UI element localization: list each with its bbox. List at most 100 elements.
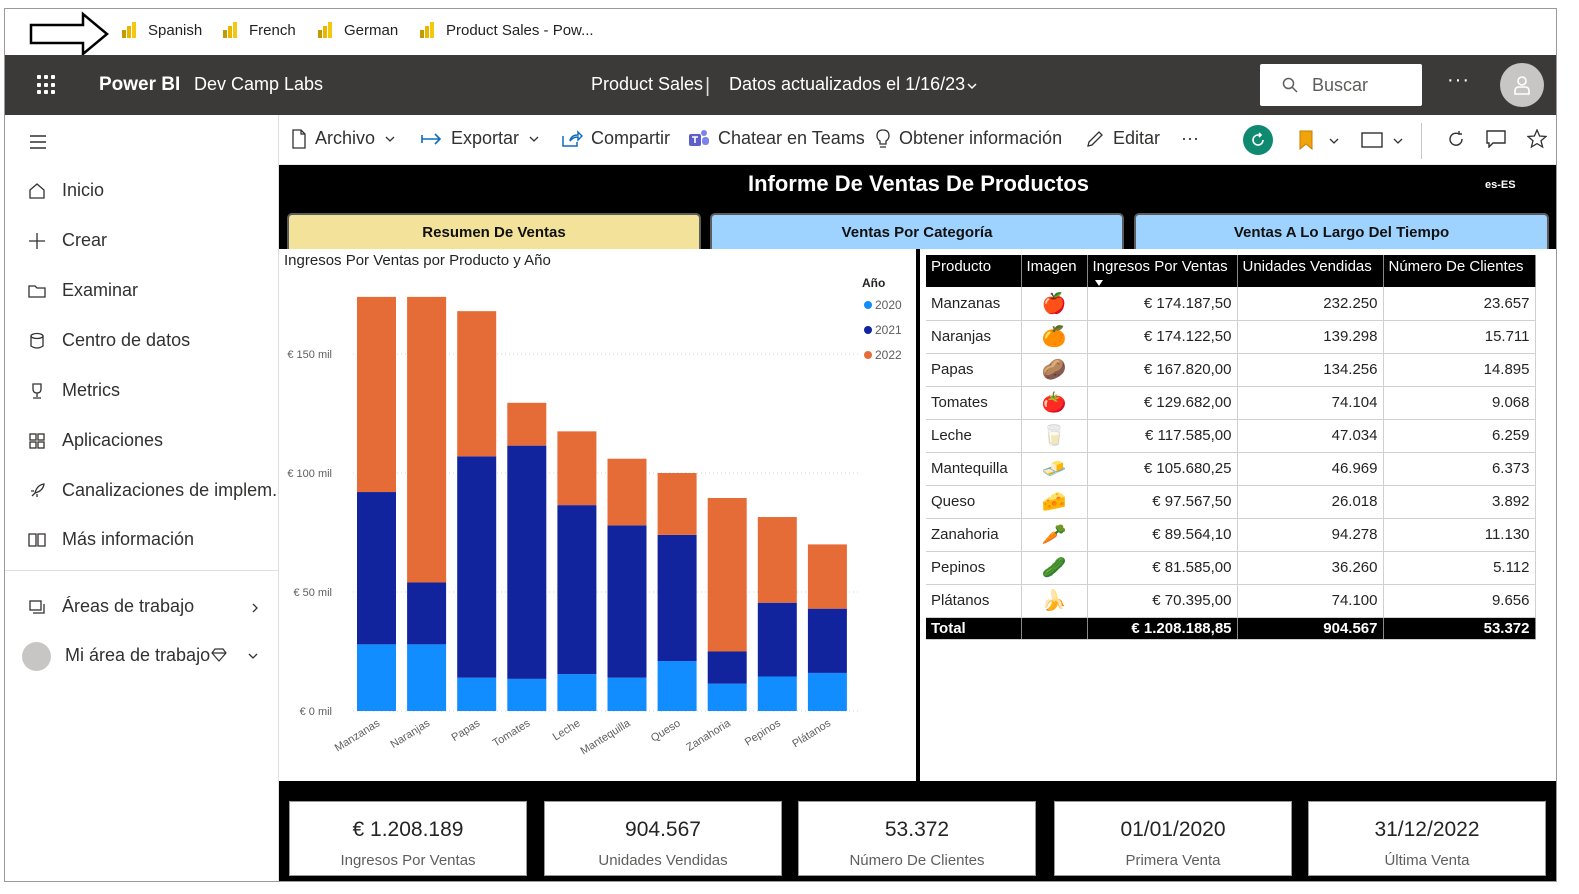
database-icon xyxy=(30,332,44,349)
bar-segment-2020 xyxy=(457,677,497,711)
search-input[interactable]: Buscar xyxy=(1260,64,1422,106)
table-row[interactable]: Naranjas 🍊 € 174.122,50 139.298 15.711 xyxy=(926,320,1536,354)
nav-item-aplicaciones[interactable]: Aplicaciones xyxy=(5,421,279,461)
edit-button[interactable]: Editar xyxy=(1085,128,1160,149)
revenue-cell: € 117.585,00 xyxy=(1087,419,1238,453)
units-cell: 46.969 xyxy=(1237,452,1384,486)
bookmark-german[interactable]: German xyxy=(316,21,398,39)
file-menu-button[interactable]: Archivo xyxy=(291,128,403,149)
kpi-card-ingresos[interactable]: € 1.208.189 Ingresos Por Ventas xyxy=(289,801,527,876)
legend-item: 2021 xyxy=(875,323,902,337)
nav-item-areas-de-trabajo[interactable]: Áreas de trabajo xyxy=(5,587,279,627)
teams-icon xyxy=(689,129,709,146)
kpi-label: Unidades Vendidas xyxy=(598,852,728,869)
column-header[interactable]: Imagen xyxy=(1021,255,1088,287)
product-image-cell: 🧈 xyxy=(1021,452,1088,486)
bookmark-french[interactable]: French xyxy=(221,21,296,39)
stacked-bar-chart-visual[interactable]: Ingresos Por Ventas por Producto y Año €… xyxy=(279,249,916,781)
tab-ventas-por-categoria[interactable]: Ventas Por Categoría xyxy=(710,213,1124,249)
column-header[interactable]: Unidades Vendidas xyxy=(1237,255,1384,287)
table-row[interactable]: Mantequilla 🧈 € 105.680,25 46.969 6.373 xyxy=(926,452,1536,486)
product-table-visual[interactable]: Producto Imagen Ingresos Por Ventas Unid… xyxy=(920,249,1556,781)
nav-item-examinar[interactable]: Examinar xyxy=(5,271,279,311)
refresh-icon[interactable] xyxy=(1447,130,1465,148)
sort-descending-icon xyxy=(1094,280,1103,286)
nav-item-canalizaciones[interactable]: Canalizaciones de implem... xyxy=(5,471,279,511)
view-icon[interactable] xyxy=(1361,132,1383,148)
kpi-card-primera-venta[interactable]: 01/01/2020 Primera Venta xyxy=(1054,801,1292,876)
file-icon xyxy=(292,128,306,149)
x-tick-label: Manzanas xyxy=(333,717,383,754)
column-header[interactable]: Producto xyxy=(926,255,1022,287)
kpi-card-ultima-venta[interactable]: 31/12/2022 Última Venta xyxy=(1308,801,1546,876)
favorite-star-icon[interactable] xyxy=(1527,129,1547,149)
chevron-down-icon[interactable] xyxy=(1329,137,1339,145)
customers-cell: 6.373 xyxy=(1383,452,1536,486)
bar-segment-2021 xyxy=(357,492,396,645)
more-options-button[interactable]: ··· xyxy=(1447,69,1470,92)
tab-resumen-de-ventas[interactable]: Resumen De Ventas xyxy=(287,213,701,249)
table-header-row: Producto Imagen Ingresos Por Ventas Unid… xyxy=(926,255,1536,287)
nav-item-centro-de-datos[interactable]: Centro de datos xyxy=(5,321,279,361)
customers-cell: 3.892 xyxy=(1383,485,1536,519)
revenue-cell: € 89.564,10 xyxy=(1087,518,1238,552)
legend-marker xyxy=(864,351,872,359)
tab-ventas-a-lo-largo-del-tiempo[interactable]: Ventas A Lo Largo Del Tiempo xyxy=(1134,213,1549,249)
bookmark-product-sales[interactable]: Product Sales - Pow... xyxy=(418,21,594,39)
search-icon xyxy=(1282,77,1298,93)
nav-item-inicio[interactable]: Inicio xyxy=(5,171,279,211)
chat-in-teams-button[interactable]: Chatear en Teams xyxy=(688,128,865,149)
customers-cell: 11.130 xyxy=(1383,518,1536,552)
bookmark-icon[interactable] xyxy=(1299,130,1313,150)
column-header[interactable]: Número De Clientes xyxy=(1383,255,1536,287)
revenue-cell: € 105.680,25 xyxy=(1087,452,1238,486)
brand-name[interactable]: Power BI xyxy=(99,74,180,96)
chevron-down-icon[interactable] xyxy=(1393,137,1403,145)
x-tick-label: Queso xyxy=(649,717,683,744)
y-tick-label: € 100 mil xyxy=(287,468,332,480)
browser-window: Spanish French German Product Sales - Po… xyxy=(4,8,1557,882)
comment-icon[interactable] xyxy=(1486,130,1506,148)
units-cell: 74.104 xyxy=(1237,386,1384,420)
bar-segment-2021 xyxy=(807,608,847,673)
bookmark-spanish[interactable]: Spanish xyxy=(120,21,202,39)
customers-cell: 5.112 xyxy=(1383,551,1536,585)
table-row[interactable]: Queso 🧀 € 97.567,50 26.018 3.892 xyxy=(926,485,1536,519)
revenue-cell: € 81.585,00 xyxy=(1087,551,1238,585)
toolbar-more-button[interactable]: ··· xyxy=(1181,128,1199,149)
table-row[interactable]: Plátanos 🍌 € 70.395,00 74.100 9.656 xyxy=(926,584,1536,618)
product-cell: Zanahoria xyxy=(926,518,1022,552)
share-button[interactable]: Compartir xyxy=(561,128,670,149)
kpi-value: € 1.208.189 xyxy=(352,818,464,841)
table-row[interactable]: Pepinos 🥒 € 81.585,00 36.260 5.112 xyxy=(926,551,1536,585)
total-customers-cell: 53.372 xyxy=(1383,617,1536,640)
kpi-card-unidades[interactable]: 904.567 Unidades Vendidas xyxy=(544,801,782,876)
nav-item-metrics[interactable]: Metrics xyxy=(5,371,279,411)
sync-button[interactable] xyxy=(1243,125,1273,155)
customers-cell: 23.657 xyxy=(1383,287,1536,321)
app-launcher-icon[interactable] xyxy=(37,75,57,95)
nav-item-mas-informacion[interactable]: Más información xyxy=(5,520,279,560)
table-row[interactable]: Leche 🥛 € 117.585,00 47.034 6.259 xyxy=(926,419,1536,453)
book-icon xyxy=(28,533,46,547)
chevron-down-icon[interactable] xyxy=(967,81,977,91)
kpi-card-clientes[interactable]: 53.372 Número De Clientes xyxy=(798,801,1036,876)
product-cell: Manzanas xyxy=(926,287,1022,321)
workspace-name[interactable]: Dev Camp Labs xyxy=(194,74,323,95)
table-row[interactable]: Zanahoria 🥕 € 89.564,10 94.278 11.130 xyxy=(926,518,1536,552)
product-image-cell: 🍌 xyxy=(1021,584,1088,618)
nav-item-mi-area-de-trabajo[interactable]: Mi área de trabajo xyxy=(5,636,279,676)
user-avatar[interactable] xyxy=(1500,63,1544,107)
table-row[interactable]: Manzanas 🍎 € 174.187,50 232.250 23.657 xyxy=(926,287,1536,321)
column-header[interactable]: Ingresos Por Ventas xyxy=(1087,255,1238,287)
hamburger-menu-icon[interactable] xyxy=(29,135,47,149)
table-row[interactable]: Papas 🥔 € 167.820,00 134.256 14.895 xyxy=(926,353,1536,387)
product-cell: Naranjas xyxy=(926,320,1022,354)
table-row[interactable]: Tomates 🍅 € 129.682,00 74.104 9.068 xyxy=(926,386,1536,420)
rocket-icon xyxy=(31,483,45,497)
export-menu-button[interactable]: Exportar xyxy=(421,128,547,149)
data-updated-label[interactable]: Datos actualizados el 1/16/23 xyxy=(729,74,965,95)
nav-item-crear[interactable]: Crear xyxy=(5,221,279,261)
get-insights-button[interactable]: Obtener información xyxy=(875,128,1062,149)
bar-segment-2022 xyxy=(407,296,447,583)
